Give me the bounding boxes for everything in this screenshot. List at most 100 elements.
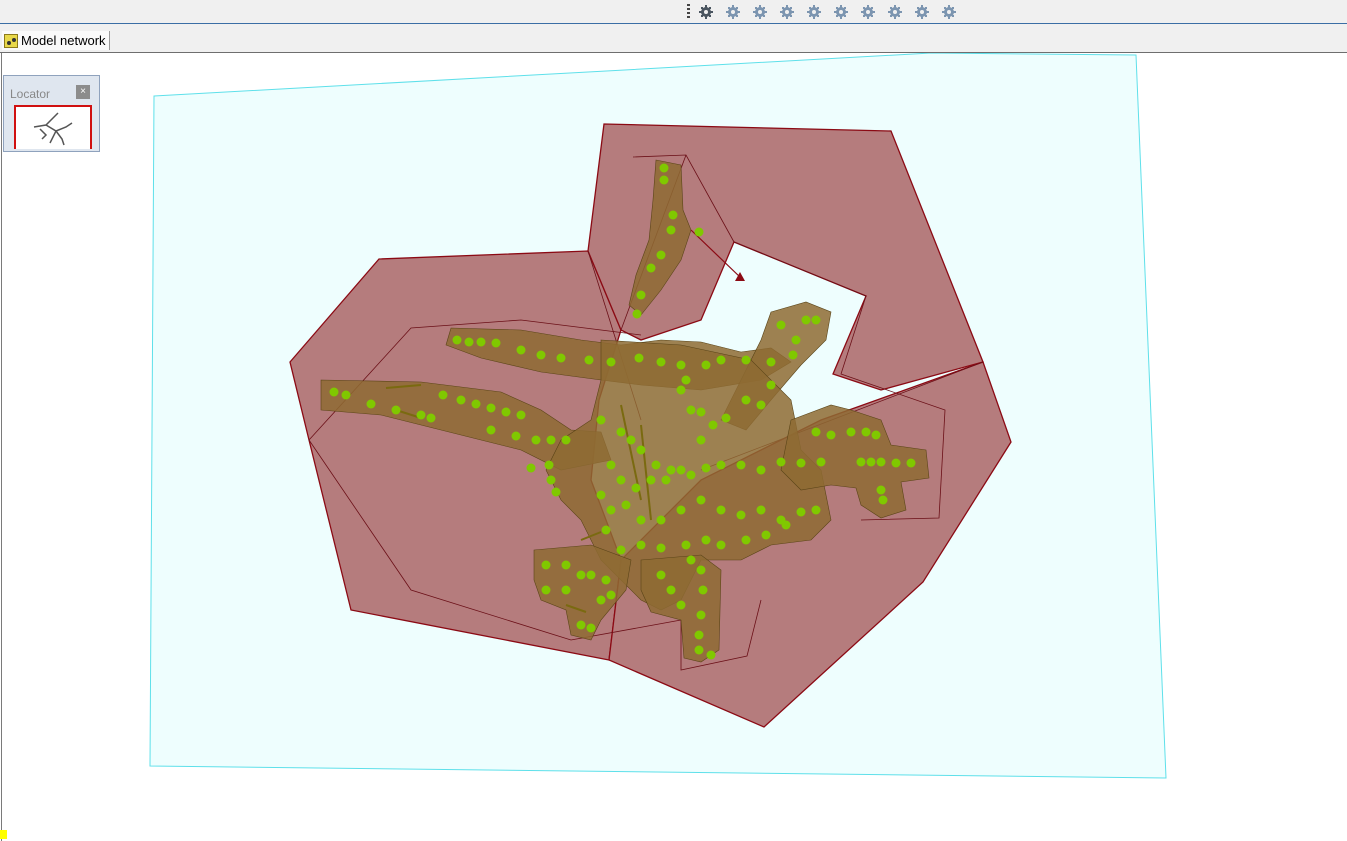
network-node[interactable] <box>541 560 551 570</box>
network-node[interactable] <box>486 425 496 435</box>
network-node[interactable] <box>791 335 801 345</box>
network-node[interactable] <box>636 290 646 300</box>
network-node[interactable] <box>546 475 556 485</box>
network-node[interactable] <box>891 458 901 468</box>
network-node[interactable] <box>516 410 526 420</box>
gear-icon[interactable] <box>805 3 823 20</box>
network-node[interactable] <box>329 387 339 397</box>
network-node[interactable] <box>661 475 671 485</box>
network-node[interactable] <box>741 395 751 405</box>
map-canvas[interactable] <box>1 53 1347 841</box>
network-node[interactable] <box>561 435 571 445</box>
tab-model-network[interactable]: Model network <box>2 31 110 50</box>
network-node[interactable] <box>586 623 596 633</box>
network-node[interactable] <box>616 475 626 485</box>
network-node[interactable] <box>866 457 876 467</box>
network-node[interactable] <box>741 535 751 545</box>
network-node[interactable] <box>656 357 666 367</box>
network-node[interactable] <box>696 610 706 620</box>
network-node[interactable] <box>796 507 806 517</box>
network-node[interactable] <box>776 457 786 467</box>
network-node[interactable] <box>686 470 696 480</box>
network-node[interactable] <box>416 410 426 420</box>
network-node[interactable] <box>471 399 481 409</box>
network-node[interactable] <box>391 405 401 415</box>
network-node[interactable] <box>531 435 541 445</box>
network-node[interactable] <box>616 545 626 555</box>
network-node[interactable] <box>668 210 678 220</box>
network-node[interactable] <box>756 400 766 410</box>
network-node[interactable] <box>701 535 711 545</box>
network-node[interactable] <box>646 263 656 273</box>
network-node[interactable] <box>476 337 486 347</box>
network-node[interactable] <box>696 435 706 445</box>
network-node[interactable] <box>651 460 661 470</box>
network-node[interactable] <box>516 345 526 355</box>
network-node[interactable] <box>811 427 821 437</box>
network-node[interactable] <box>606 505 616 515</box>
network-node[interactable] <box>676 505 686 515</box>
network-node[interactable] <box>696 565 706 575</box>
network-node[interactable] <box>694 227 704 237</box>
network-node[interactable] <box>616 427 626 437</box>
network-node[interactable] <box>701 463 711 473</box>
network-node[interactable] <box>666 225 676 235</box>
gear-icon[interactable] <box>886 3 904 20</box>
gear-icon[interactable] <box>913 3 931 20</box>
gear-icon[interactable] <box>697 3 715 20</box>
network-node[interactable] <box>596 415 606 425</box>
network-node[interactable] <box>634 353 644 363</box>
network-node[interactable] <box>721 413 731 423</box>
network-node[interactable] <box>561 560 571 570</box>
network-node[interactable] <box>659 175 669 185</box>
network-node[interactable] <box>536 350 546 360</box>
network-node[interactable] <box>736 510 746 520</box>
network-node[interactable] <box>698 585 708 595</box>
network-node[interactable] <box>659 163 669 173</box>
network-node[interactable] <box>601 575 611 585</box>
network-node[interactable] <box>541 585 551 595</box>
network-node[interactable] <box>706 650 716 660</box>
network-node[interactable] <box>781 520 791 530</box>
network-node[interactable] <box>676 385 686 395</box>
network-node[interactable] <box>501 407 511 417</box>
network-node[interactable] <box>681 375 691 385</box>
network-node[interactable] <box>656 543 666 553</box>
locator-viewport[interactable] <box>14 105 92 149</box>
network-node[interactable] <box>756 465 766 475</box>
network-node[interactable] <box>656 570 666 580</box>
network-node[interactable] <box>626 435 636 445</box>
network-node[interactable] <box>816 457 826 467</box>
gear-icon[interactable] <box>832 3 850 20</box>
network-node[interactable] <box>694 645 704 655</box>
network-node[interactable] <box>694 630 704 640</box>
network-node[interactable] <box>526 463 536 473</box>
network-node[interactable] <box>686 405 696 415</box>
network-node[interactable] <box>776 320 786 330</box>
network-node[interactable] <box>736 460 746 470</box>
network-node[interactable] <box>666 585 676 595</box>
gear-icon[interactable] <box>940 3 958 20</box>
network-node[interactable] <box>666 465 676 475</box>
network-node[interactable] <box>561 585 571 595</box>
network-node[interactable] <box>681 540 691 550</box>
network-node[interactable] <box>438 390 448 400</box>
network-node[interactable] <box>861 427 871 437</box>
locator-panel[interactable]: Locator × <box>3 75 100 152</box>
network-node[interactable] <box>766 357 776 367</box>
network-node[interactable] <box>811 315 821 325</box>
network-node[interactable] <box>511 431 521 441</box>
network-node[interactable] <box>856 457 866 467</box>
network-node[interactable] <box>341 390 351 400</box>
toolbar-grip[interactable] <box>687 4 690 19</box>
network-node[interactable] <box>464 337 474 347</box>
network-node[interactable] <box>576 570 586 580</box>
network-node[interactable] <box>556 353 566 363</box>
close-icon[interactable]: × <box>76 85 90 99</box>
network-node[interactable] <box>716 460 726 470</box>
network-node[interactable] <box>716 505 726 515</box>
network-node[interactable] <box>606 460 616 470</box>
network-node[interactable] <box>676 465 686 475</box>
network-node[interactable] <box>796 458 806 468</box>
network-node[interactable] <box>596 490 606 500</box>
